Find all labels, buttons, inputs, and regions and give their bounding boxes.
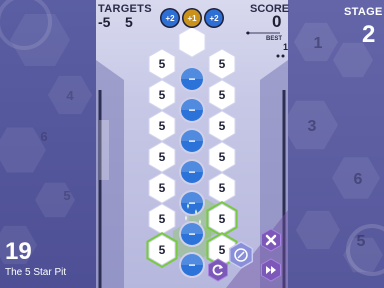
minus-operator-tile[interactable]: − bbox=[179, 66, 205, 92]
tile-value: 5 bbox=[219, 181, 226, 195]
bonus-token: +2 bbox=[160, 8, 180, 28]
number-hex-tile[interactable]: 5 bbox=[148, 79, 176, 111]
bonus-token-label: +2 bbox=[209, 14, 219, 23]
operator-symbol: − bbox=[188, 196, 195, 210]
bg-number: 4 bbox=[66, 88, 74, 103]
level-name: The 5 Star Pit bbox=[5, 267, 67, 278]
bonus-token-label: +2 bbox=[165, 14, 175, 23]
operator-symbol: − bbox=[188, 227, 195, 241]
bg-hex bbox=[0, 127, 46, 173]
hex-board: +2 +1 +2 5 5 − 5 5 − 5 5 − 5 5 − 5 5 − 5 5 − 5 5 − bbox=[96, 8, 288, 288]
tile-value: 5 bbox=[219, 119, 226, 133]
minus-operator-tile[interactable]: − bbox=[179, 159, 205, 185]
bg-number: 6 bbox=[354, 171, 363, 188]
target-positive: 5 bbox=[125, 14, 133, 30]
tile-value: 5 bbox=[159, 181, 166, 195]
number-hex-tile[interactable]: 5 bbox=[208, 172, 236, 204]
fast-forward-button[interactable] bbox=[261, 258, 281, 282]
stage-label: STAGE bbox=[344, 6, 383, 18]
close-button[interactable] bbox=[261, 228, 281, 252]
score-label: SCORE bbox=[250, 3, 290, 15]
best-value: 1 bbox=[283, 42, 289, 52]
operator-symbol: − bbox=[188, 258, 195, 272]
number-hex-tile[interactable]: 5 bbox=[148, 110, 176, 142]
stage-number: 2 bbox=[362, 21, 376, 48]
tile-value: 5 bbox=[219, 57, 226, 71]
operator-symbol: − bbox=[188, 72, 195, 86]
bonus-token: +2 bbox=[204, 8, 224, 28]
number-hex-tile[interactable]: 5 bbox=[148, 203, 176, 235]
tile-value: 5 bbox=[219, 88, 226, 102]
tile-value: 5 bbox=[219, 212, 226, 226]
bg-number: 5 bbox=[357, 233, 366, 250]
best-dot bbox=[281, 54, 285, 58]
bg-hex bbox=[296, 210, 340, 250]
number-hex-tile[interactable]: 5 bbox=[208, 110, 236, 142]
game-board-area: +2 +1 +2 5 5 − 5 5 − 5 5 − 5 5 − 5 5 − 5 5 − 5 5 − bbox=[96, 0, 288, 288]
minus-operator-tile[interactable]: − bbox=[179, 128, 205, 154]
tile-value: 5 bbox=[219, 243, 226, 257]
tile-value: 5 bbox=[159, 150, 166, 164]
tile-value: 5 bbox=[219, 150, 226, 164]
score-dot bbox=[246, 31, 250, 35]
tile-value: 5 bbox=[159, 119, 166, 133]
score-value: 0 bbox=[272, 12, 282, 31]
number-hex-tile[interactable]: 5 bbox=[148, 172, 176, 204]
bg-number: 3 bbox=[308, 118, 317, 135]
refresh-button[interactable] bbox=[208, 258, 228, 282]
minus-operator-tile[interactable]: − bbox=[179, 252, 205, 278]
operator-symbol: − bbox=[188, 103, 195, 117]
minus-operator-tile[interactable]: − bbox=[179, 97, 205, 123]
operator-symbol: − bbox=[188, 134, 195, 148]
bg-number: 5 bbox=[63, 188, 70, 203]
number-hex-tile[interactable]: 5 bbox=[208, 79, 236, 111]
shield-button[interactable] bbox=[228, 241, 254, 269]
tile-value: 5 bbox=[159, 212, 166, 226]
minus-operator-tile[interactable]: − bbox=[179, 190, 205, 216]
minus-operator-tile[interactable]: − bbox=[179, 221, 205, 247]
empty-hex[interactable] bbox=[178, 26, 206, 58]
number-hex-tile[interactable]: 5 bbox=[148, 48, 176, 80]
bg-number: 6 bbox=[40, 129, 47, 144]
tile-value: 5 bbox=[159, 88, 166, 102]
tile-value: 5 bbox=[159, 57, 166, 71]
number-hex-tile[interactable]: 5 bbox=[208, 48, 236, 80]
bg-number: 1 bbox=[314, 35, 323, 52]
bonus-token: +1 bbox=[182, 8, 202, 28]
sparkle bbox=[185, 215, 187, 221]
rail-slot bbox=[99, 120, 109, 180]
level-number: 19 bbox=[5, 238, 32, 265]
target-negative: -5 bbox=[98, 14, 111, 30]
number-hex-tile[interactable]: 5 bbox=[208, 141, 236, 173]
best-dot bbox=[276, 54, 280, 58]
number-hex-tile[interactable]: 5 bbox=[148, 141, 176, 173]
tile-value: 5 bbox=[159, 243, 166, 257]
operator-symbol: − bbox=[188, 165, 195, 179]
bonus-token-label: +1 bbox=[187, 14, 197, 23]
best-label: BEST bbox=[266, 36, 283, 42]
